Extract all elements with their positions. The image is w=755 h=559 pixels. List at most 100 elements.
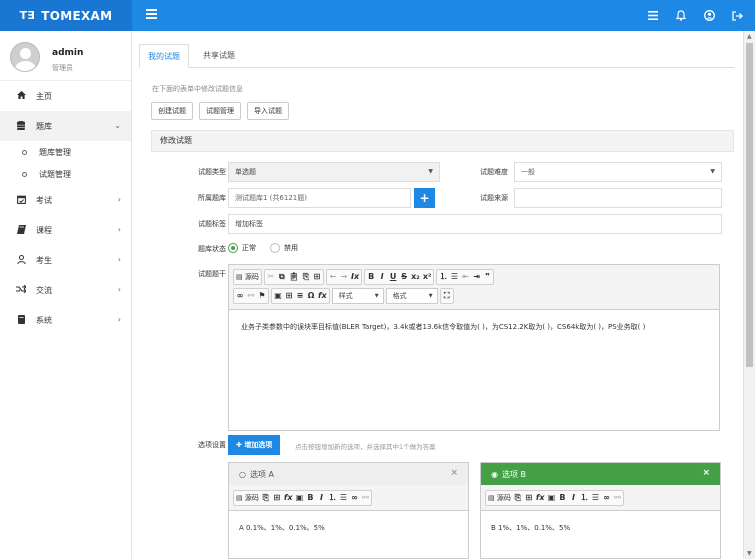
unordered-list-icon[interactable]: ☰ <box>339 493 347 502</box>
option-b-content[interactable]: B 1%、1%、0.1%、5% <box>481 511 720 545</box>
bell-icon[interactable] <box>675 10 687 22</box>
create-question-button[interactable]: 创建试题 <box>151 102 193 120</box>
subscript-icon[interactable]: x₂ <box>411 272 420 281</box>
scroll-up-icon[interactable]: ▲ <box>747 33 752 40</box>
sidebar-item-examinee[interactable]: 考生 › <box>0 245 131 275</box>
formula-icon[interactable]: fx <box>318 291 327 300</box>
manage-questions-button[interactable]: 试题管理 <box>199 102 241 120</box>
ordered-list-icon[interactable]: ⒈ <box>580 492 588 503</box>
stem-editor[interactable]: ▤ 源码 ✂ ⧉ 📋︎ ⎘ ⊞ ← → Ix B I U S x₂ x² ⒈ ☰… <box>228 264 720 431</box>
menu-toggle-icon[interactable] <box>146 9 157 19</box>
bold-icon[interactable]: B <box>306 493 314 502</box>
bold-icon[interactable]: B <box>367 272 375 281</box>
scrollbar-thumb[interactable] <box>746 43 753 367</box>
option-card-a[interactable]: ○ 选项 A × ▤ 源码 ⎘ ⊞ fx ▣ B I ⒈ ☰ ∞ ⚯ A 0.1… <box>228 462 469 559</box>
paste-word-icon[interactable]: ⊞ <box>313 272 321 281</box>
list-icon[interactable] <box>647 10 659 22</box>
special-char-icon[interactable]: Ω <box>307 291 315 300</box>
tags-input[interactable]: 增加标签 <box>228 214 722 234</box>
type-select[interactable]: 单选题 ▼ <box>228 162 440 182</box>
source-button[interactable]: ▤ 源码 <box>488 493 511 503</box>
sidebar-subitem-question-manage[interactable]: 试题管理 <box>0 163 131 185</box>
app-logo[interactable]: T∃ TOMEXAM <box>0 0 132 31</box>
options-label: 选项设置 <box>198 441 226 449</box>
copy-icon[interactable]: ⧉ <box>278 272 286 282</box>
remove-format-icon[interactable]: Ix <box>351 272 359 281</box>
cut-icon[interactable]: ✂ <box>267 272 275 281</box>
paste-word-icon[interactable]: ⊞ <box>525 493 533 502</box>
image-icon[interactable]: ▣ <box>547 493 556 502</box>
format-combo[interactable]: 格式 ▼ <box>385 287 438 304</box>
blockquote-icon[interactable]: ❞ <box>483 272 491 281</box>
sidebar-item-home[interactable]: 主页 <box>0 81 131 111</box>
horizontal-line-icon[interactable]: ≡ <box>296 291 304 300</box>
logout-icon[interactable] <box>731 10 743 22</box>
sidebar-item-course[interactable]: 课程 › <box>0 215 131 245</box>
style-combo[interactable]: 样式 ▼ <box>331 287 384 304</box>
add-bank-button[interactable]: + <box>414 188 435 208</box>
unlink-icon[interactable]: ⚯ <box>613 493 621 502</box>
sidebar-item-system[interactable]: 系统 › <box>0 305 131 335</box>
ordered-list-icon[interactable]: ⒈ <box>439 271 447 282</box>
close-icon[interactable]: × <box>450 468 458 478</box>
scroll-down-icon[interactable]: ▼ <box>747 550 752 557</box>
unordered-list-icon[interactable]: ☰ <box>591 493 599 502</box>
status-normal-radio[interactable]: 正常 <box>228 243 256 253</box>
link-icon[interactable]: ∞ <box>350 493 358 502</box>
strikethrough-icon[interactable]: S <box>400 272 408 281</box>
paste-text-icon[interactable]: ⎘ <box>302 272 310 282</box>
import-questions-button[interactable]: 导入试题 <box>247 102 289 120</box>
table-icon[interactable]: ⊞ <box>285 291 293 300</box>
close-icon[interactable]: × <box>702 468 710 478</box>
bank-label: 所属题库 <box>198 194 226 202</box>
page-scrollbar[interactable]: ▲ ▼ <box>743 31 755 559</box>
source-button[interactable]: ▤ 源码 <box>236 272 259 282</box>
redo-icon[interactable]: → <box>340 272 348 281</box>
sidebar-item-question-bank[interactable]: 题库 ⌄ <box>0 111 131 141</box>
paste-icon[interactable]: 📋︎ <box>289 272 299 281</box>
link-icon[interactable]: ∞ <box>236 291 244 300</box>
option-card-b[interactable]: ◉ 选项 B × ▤ 源码 ⎘ ⊞ fx ▣ B I ⒈ ☰ ∞ ⚯ B 1%、… <box>480 462 721 559</box>
bank-field[interactable]: 测试题库1 (共6121题) <box>228 188 411 208</box>
paste-text-icon[interactable]: ⎘ <box>514 493 522 503</box>
exchange-icon <box>16 284 27 295</box>
image-icon[interactable]: ▣ <box>274 291 282 300</box>
sidebar-subitem-bank-manage[interactable]: 题库管理 <box>0 141 131 163</box>
bold-icon[interactable]: B <box>558 493 566 502</box>
underline-icon[interactable]: U <box>389 272 397 281</box>
italic-icon[interactable]: I <box>378 272 386 281</box>
italic-icon[interactable]: I <box>317 493 325 502</box>
tab-my-questions[interactable]: 我的试题 <box>139 44 189 68</box>
anchor-icon[interactable]: ⚑ <box>258 291 266 300</box>
paste-text-icon[interactable]: ⎘ <box>262 493 270 503</box>
superscript-icon[interactable]: x² <box>423 272 432 281</box>
ordered-list-icon[interactable]: ⒈ <box>328 492 336 503</box>
sidebar-item-exchange[interactable]: 交流 › <box>0 275 131 305</box>
source-input[interactable] <box>514 188 722 208</box>
image-icon[interactable]: ▣ <box>295 493 304 502</box>
formula-icon[interactable]: fx <box>284 493 293 502</box>
outdent-icon[interactable]: ⇤ <box>461 272 469 281</box>
formula-icon[interactable]: fx <box>536 493 545 502</box>
undo-icon[interactable]: ← <box>329 272 337 281</box>
source-button[interactable]: ▤ 源码 <box>236 493 259 503</box>
indent-icon[interactable]: ⇥ <box>472 272 480 281</box>
unordered-list-icon[interactable]: ☰ <box>450 272 458 281</box>
unlink-icon[interactable]: ⚯ <box>247 291 255 300</box>
avatar[interactable] <box>10 42 40 72</box>
tab-shared-questions[interactable]: 共享试题 <box>195 44 243 68</box>
italic-icon[interactable]: I <box>569 493 577 502</box>
add-option-button[interactable]: ✚ 增加选项 <box>228 435 281 455</box>
maximize-icon[interactable]: ⛶ <box>443 291 451 301</box>
status-disabled-radio[interactable]: 禁用 <box>270 243 298 253</box>
paste-word-icon[interactable]: ⊞ <box>273 493 281 502</box>
radio-checked-icon[interactable]: ◉ <box>491 470 498 479</box>
option-a-content[interactable]: A 0.1%、1%、0.1%、5% <box>229 511 468 545</box>
link-icon[interactable]: ∞ <box>602 493 610 502</box>
sidebar-item-exam[interactable]: 考试 › <box>0 185 131 215</box>
user-icon[interactable] <box>703 10 715 22</box>
stem-content[interactable]: 业务子类参数中的误块率目标值(BLER Target)，3.4k或者13.6k信… <box>229 310 719 344</box>
unlink-icon[interactable]: ⚯ <box>361 493 369 502</box>
difficulty-select[interactable]: 一般 ▼ <box>514 162 722 182</box>
radio-unchecked-icon[interactable]: ○ <box>239 470 246 479</box>
